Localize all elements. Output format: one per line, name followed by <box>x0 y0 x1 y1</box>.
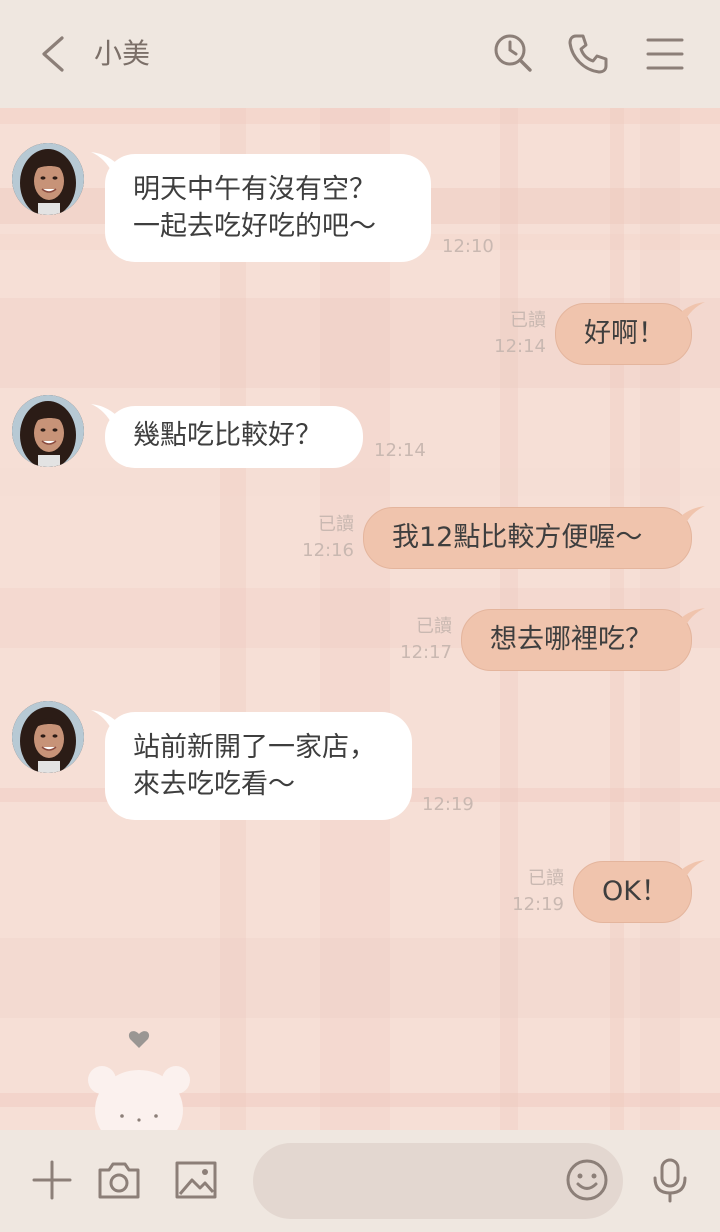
message-bubble-incoming[interactable]: 明天中午有沒有空？ 一起去吃好吃的吧～ <box>91 152 431 262</box>
avatar[interactable] <box>12 143 84 215</box>
plus-icon[interactable] <box>28 1156 76 1204</box>
message-text: 一起去吃好吃的吧～ <box>133 211 376 242</box>
input-bar <box>0 1130 720 1232</box>
microphone-icon[interactable] <box>646 1156 694 1204</box>
message-bubble-incoming[interactable]: 幾點吃比較好？ <box>91 404 363 468</box>
message-time: 12:19 <box>512 894 564 915</box>
message-text: 明天中午有沒有空？ <box>133 174 376 205</box>
avatar[interactable] <box>12 701 84 773</box>
message-time: 12:16 <box>302 540 354 561</box>
message-time: 12:10 <box>442 236 494 257</box>
bear-decoration-icon <box>84 1028 194 1130</box>
chat-header: 小美 <box>0 0 720 108</box>
message-bubble-outgoing[interactable]: OK！ <box>573 860 705 923</box>
read-receipt: 已讀 <box>318 514 354 535</box>
back-chevron-icon[interactable] <box>30 28 76 80</box>
background-plaid <box>0 108 720 124</box>
read-receipt: 已讀 <box>510 310 546 331</box>
chat-area[interactable]: 明天中午有沒有空？ 一起去吃好吃的吧～ 12:10 已讀 12:14 好啊！ 幾… <box>0 108 720 1130</box>
message-text: 來去吃吃看～ <box>133 769 295 800</box>
message-text: 幾點吃比較好？ <box>133 420 322 451</box>
message-bubble-outgoing[interactable]: 想去哪裡吃？ <box>461 608 705 671</box>
message-text: OK！ <box>602 876 668 907</box>
emoji-icon[interactable] <box>563 1156 611 1204</box>
phone-icon[interactable] <box>562 28 614 80</box>
message-text: 想去哪裡吃？ <box>490 624 652 655</box>
contact-name[interactable]: 小美 <box>94 34 150 74</box>
message-time: 12:17 <box>400 642 452 663</box>
message-bubble-incoming[interactable]: 站前新開了一家店， 來去吃吃看～ <box>91 710 412 820</box>
image-icon[interactable] <box>172 1156 220 1204</box>
message-text: 我12點比較方便喔～ <box>392 522 643 553</box>
message-time: 12:19 <box>422 794 474 815</box>
message-bubble-outgoing[interactable]: 好啊！ <box>555 302 705 365</box>
read-receipt: 已讀 <box>416 616 452 637</box>
camera-icon[interactable] <box>95 1156 143 1204</box>
search-history-icon[interactable] <box>488 28 540 80</box>
message-text: 站前新開了一家店， <box>133 732 376 763</box>
menu-icon[interactable] <box>640 28 692 80</box>
read-receipt: 已讀 <box>528 868 564 889</box>
message-time: 12:14 <box>374 440 426 461</box>
message-text: 好啊！ <box>584 318 665 349</box>
avatar[interactable] <box>12 395 84 467</box>
message-time: 12:14 <box>494 336 546 357</box>
message-bubble-outgoing[interactable]: 我12點比較方便喔～ <box>363 506 705 569</box>
